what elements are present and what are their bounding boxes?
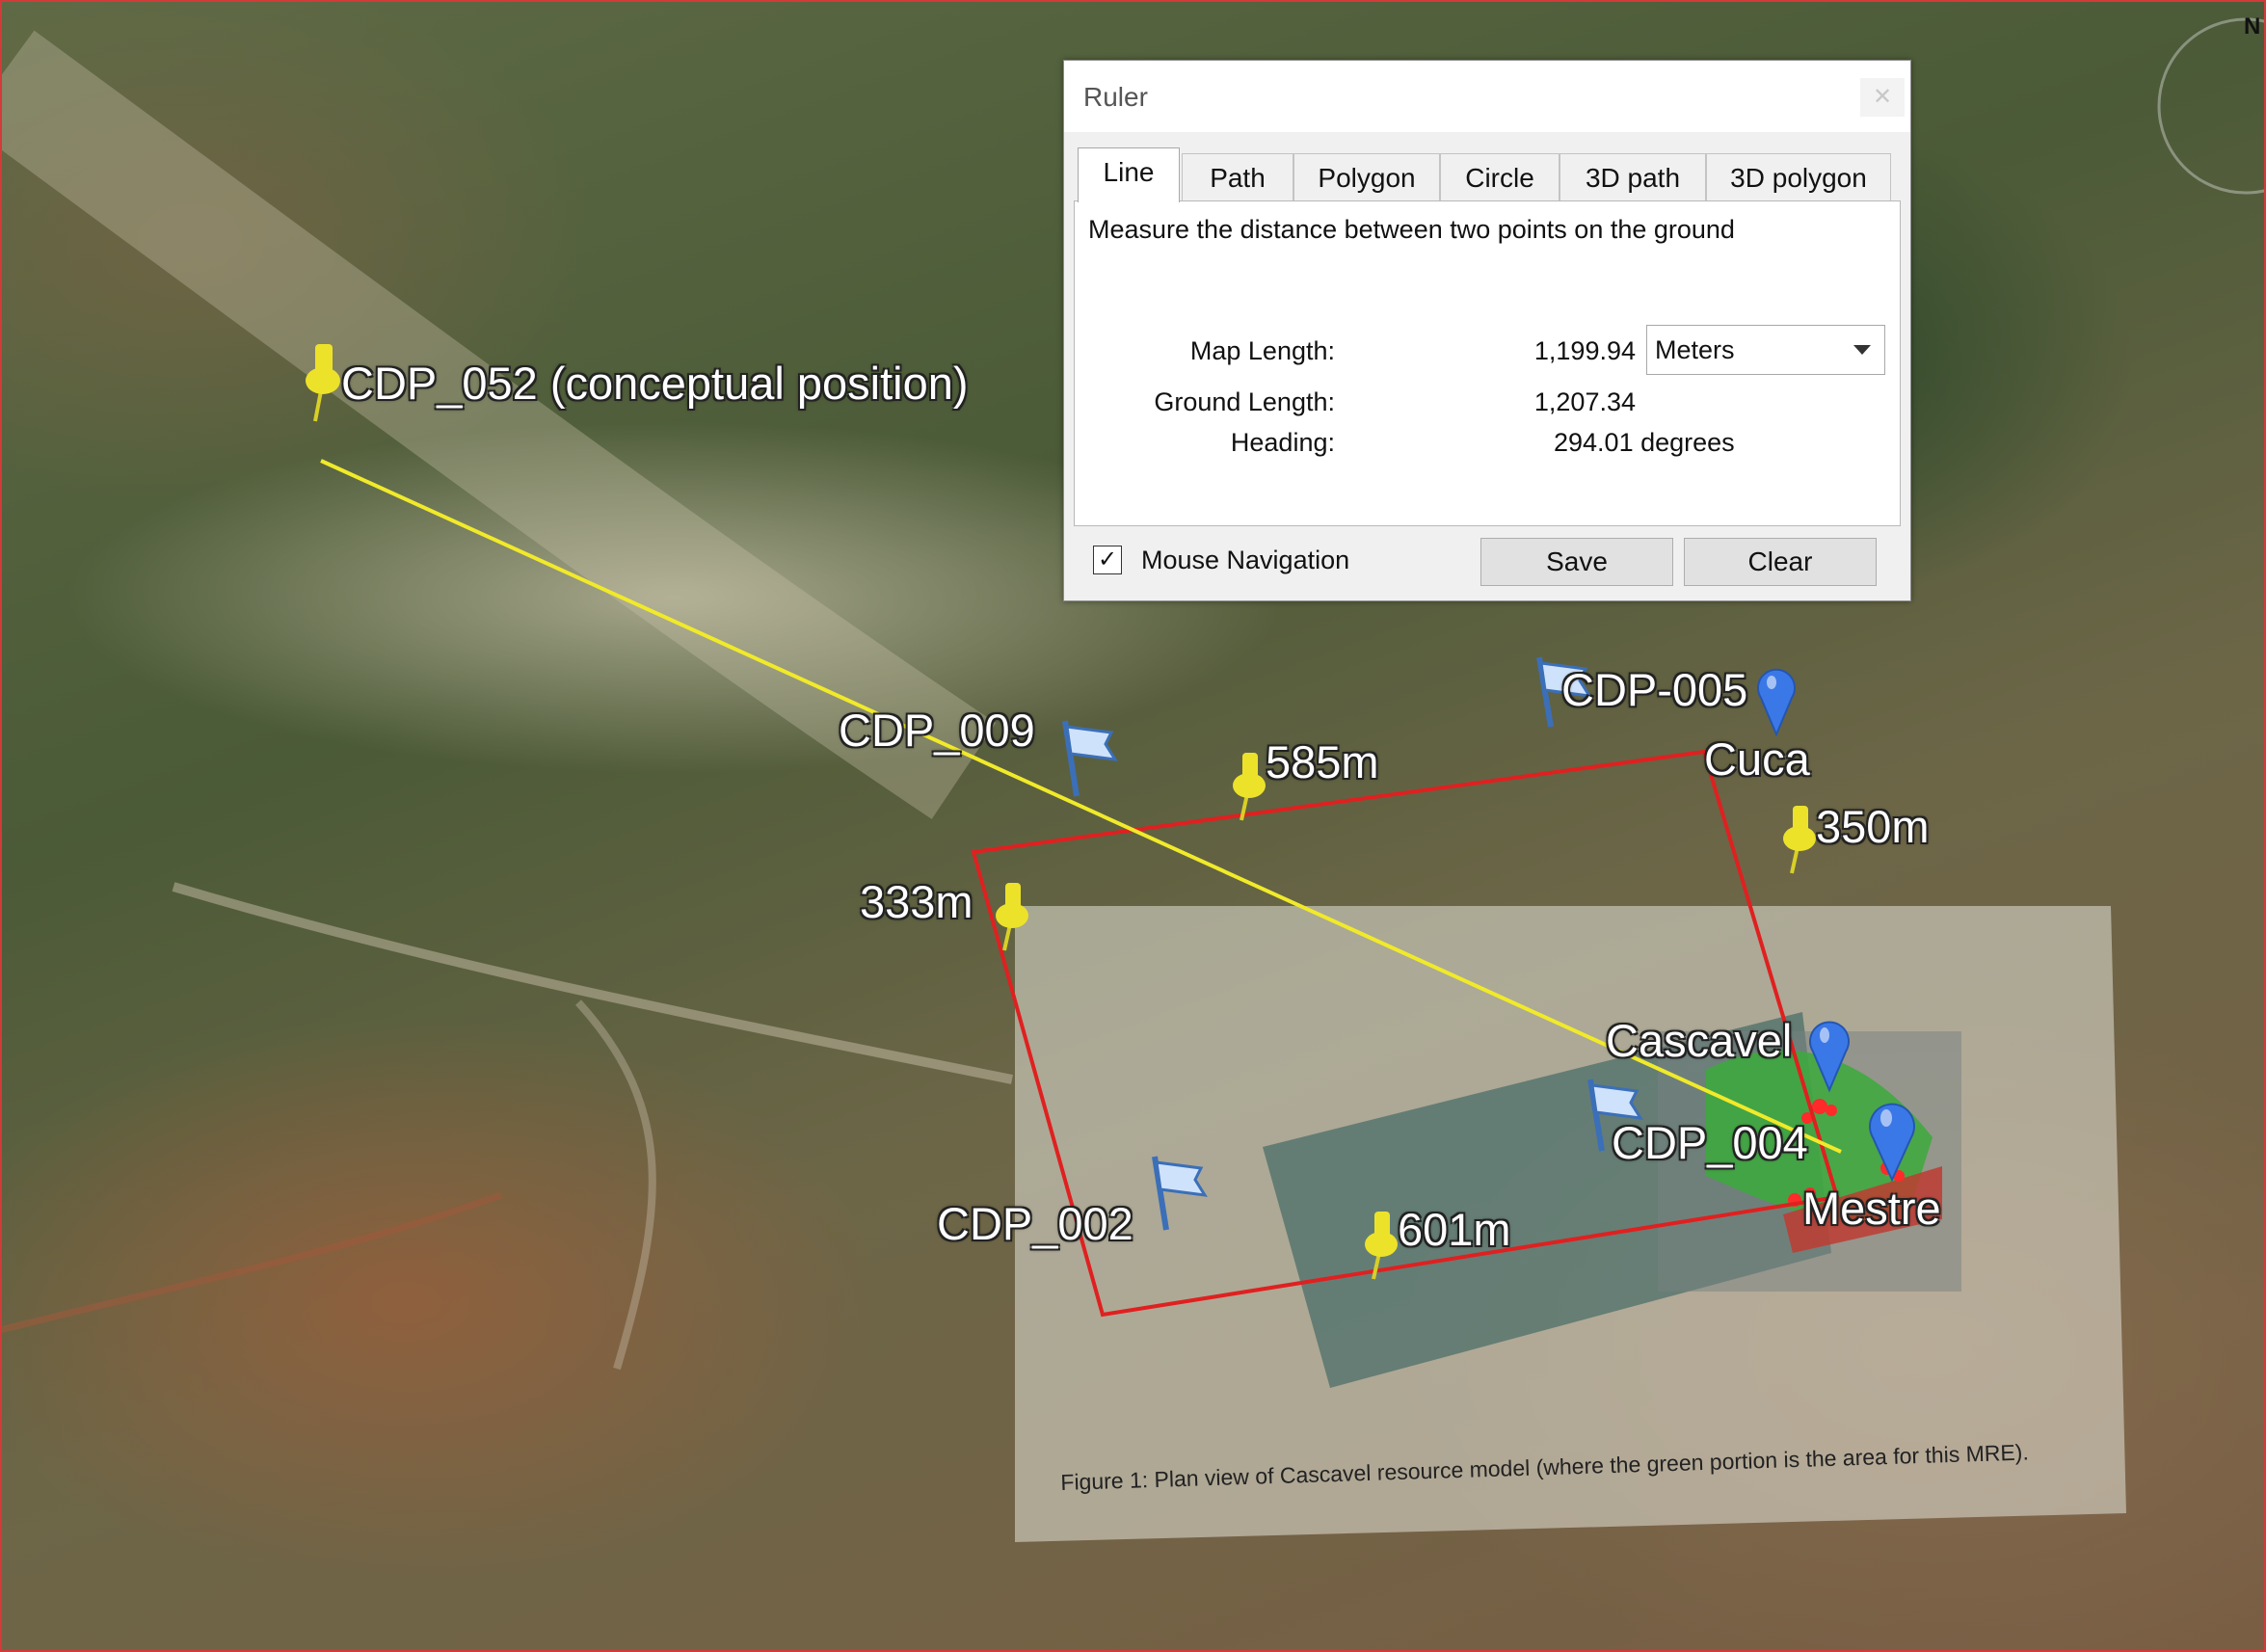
placemark-label-cdp-009[interactable]: CDP_009	[839, 704, 1035, 757]
ruler-footer: ✓ Mouse Navigation Save Clear	[1064, 538, 1910, 596]
tab-3d-path[interactable]: 3D path	[1560, 153, 1706, 200]
placemark-label-elev-333[interactable]: 333m	[860, 875, 973, 928]
yellow-pushpin-icon[interactable]	[1233, 753, 1266, 821]
ruler-title: Ruler	[1083, 82, 1148, 112]
blue-balloon-icon[interactable]	[1757, 668, 1796, 737]
placemark-label-elev-601[interactable]: 601m	[1398, 1203, 1511, 1256]
placemark-label-cdp-052[interactable]: CDP_052 (conceptual position)	[341, 357, 969, 410]
placemark-label-cascavel[interactable]: Cascavel	[1606, 1014, 1792, 1067]
ground-length-label: Ground Length:	[1154, 387, 1335, 416]
placemark-label-elev-585[interactable]: 585m	[1266, 735, 1379, 788]
compass-ring[interactable]	[2157, 17, 2266, 195]
unit-select-value: Meters	[1655, 335, 1735, 364]
clear-button[interactable]: Clear	[1684, 538, 1877, 586]
ruler-titlebar[interactable]: Ruler ✕	[1064, 61, 1910, 132]
heading-label: Heading:	[1230, 428, 1335, 457]
placemark-label-cuca[interactable]: Cuca	[1704, 733, 1810, 786]
tab-polygon[interactable]: Polygon	[1293, 153, 1440, 200]
dirt-road	[0, 1191, 503, 1334]
dirt-road	[575, 999, 656, 1371]
placemark-label-elev-350[interactable]: 350m	[1816, 800, 1930, 853]
map-length-label: Map Length:	[1189, 336, 1335, 365]
ruler-description: Measure the distance between two points …	[1088, 215, 1735, 244]
tab-circle[interactable]: Circle	[1440, 153, 1560, 200]
valley-terrain	[0, 30, 997, 819]
ruler-line-panel: Measure the distance between two points …	[1074, 200, 1901, 526]
blue-flag-icon[interactable]	[1062, 720, 1118, 797]
mouse-navigation-label[interactable]: Mouse Navigation	[1141, 546, 1349, 575]
chevron-down-icon	[1853, 345, 1871, 355]
placemark-label-cdp-004[interactable]: CDP_004	[1612, 1116, 1808, 1169]
unit-select[interactable]: Meters	[1646, 325, 1885, 375]
mouse-navigation-checkbox[interactable]: ✓	[1093, 546, 1122, 574]
yellow-pushpin-icon[interactable]	[1783, 806, 1816, 874]
placemark-label-cdp-005[interactable]: CDP-005	[1561, 663, 1747, 716]
save-button[interactable]: Save	[1480, 538, 1673, 586]
tab-path[interactable]: Path	[1182, 153, 1293, 200]
compass-north-label[interactable]: N	[2244, 13, 2260, 40]
placemark-label-mestre[interactable]: Mestre	[1802, 1182, 1941, 1235]
ruler-dialog: Ruler ✕ Line Path Polygon Circle 3D path…	[1063, 60, 1911, 601]
placemark-label-cdp-002[interactable]: CDP_002	[937, 1197, 1133, 1250]
map-length-value: 1,199.94	[1533, 336, 1636, 365]
tab-line[interactable]: Line	[1078, 147, 1180, 202]
tab-3d-polygon[interactable]: 3D polygon	[1706, 153, 1891, 200]
ground-length-value: 1,207.34	[1533, 387, 1636, 416]
heading-value: 294.01 degrees	[1554, 428, 1735, 457]
close-icon[interactable]: ✕	[1860, 78, 1905, 117]
